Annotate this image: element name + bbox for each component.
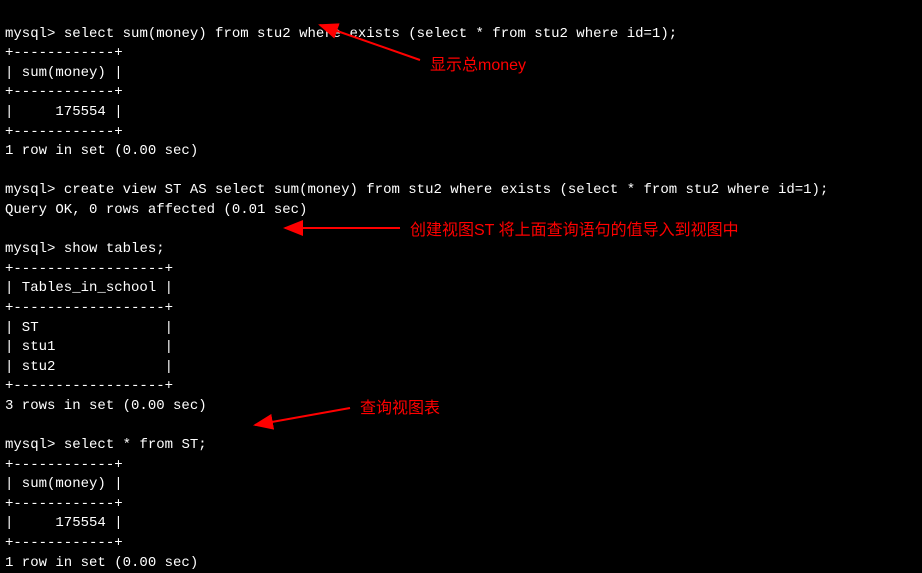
sql-command: select sum(money) from stu2 where exists… — [64, 26, 677, 42]
sql-command: select * from ST; — [64, 437, 207, 453]
query-result: +------------+ | sum(money) | +---------… — [5, 45, 198, 159]
prompt: mysql> — [5, 182, 55, 198]
query-result: Query OK, 0 rows affected (0.01 sec) — [5, 202, 307, 218]
sql-command: create view ST AS select sum(money) from… — [64, 182, 829, 198]
query-result: +------------------+ | Tables_in_school … — [5, 261, 207, 414]
annotation-label: 查询视图表 — [360, 398, 440, 420]
query-result: +------------+ | sum(money) | +---------… — [5, 457, 198, 571]
sql-command: show tables; — [64, 241, 165, 257]
terminal-output: mysql> select sum(money) from stu2 where… — [5, 5, 917, 573]
prompt: mysql> — [5, 241, 55, 257]
prompt: mysql> — [5, 26, 55, 42]
prompt: mysql> — [5, 437, 55, 453]
annotation-label: 创建视图ST 将上面查询语句的值导入到视图中 — [410, 220, 739, 242]
annotation-label: 显示总money — [430, 55, 526, 77]
